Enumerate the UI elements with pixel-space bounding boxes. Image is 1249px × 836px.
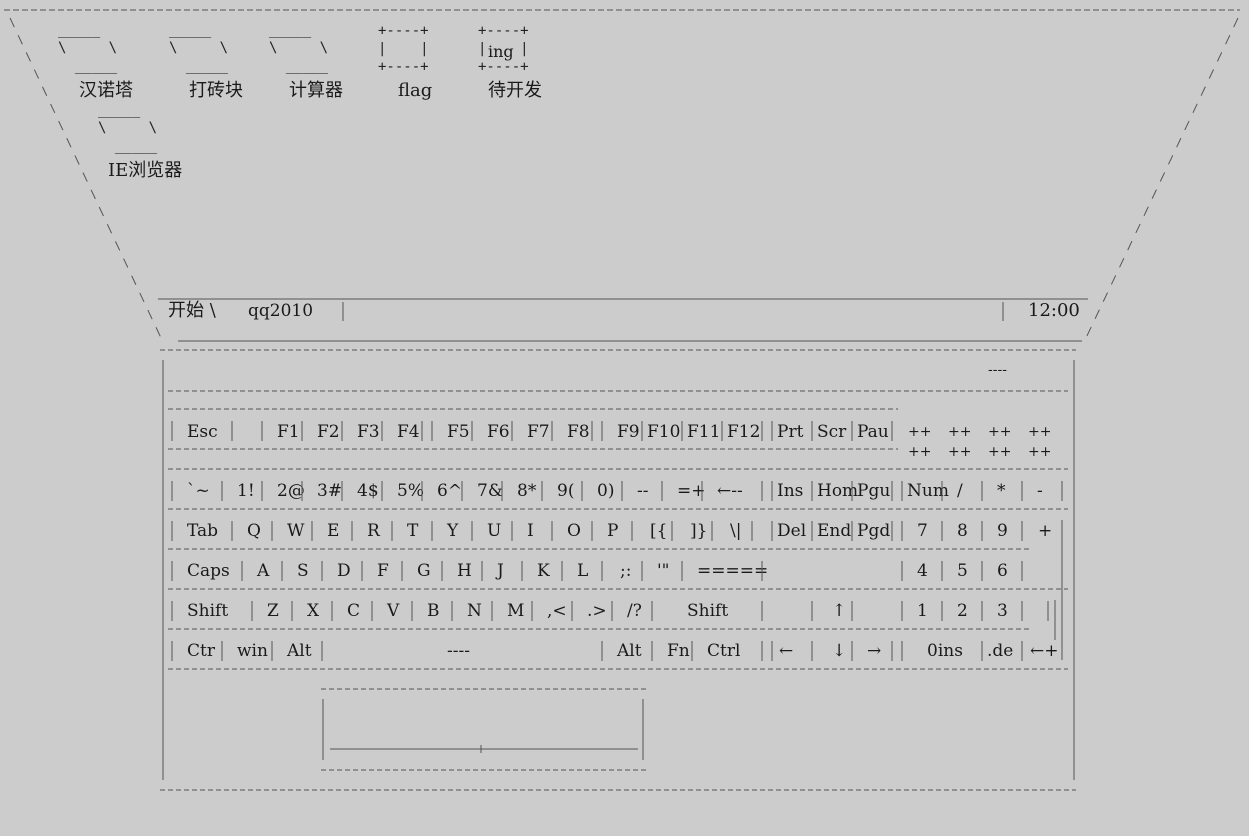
key-separators xyxy=(171,421,1063,661)
